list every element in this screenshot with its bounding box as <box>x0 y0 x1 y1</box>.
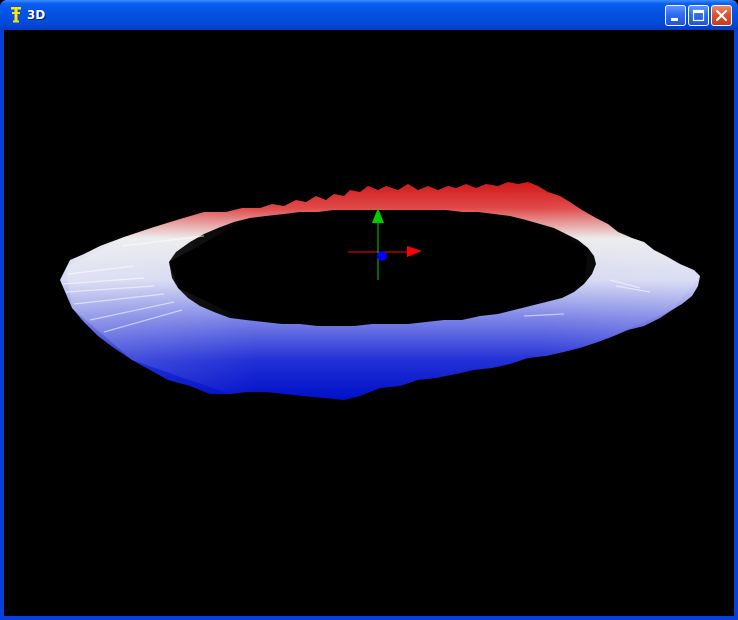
maximize-button[interactable] <box>688 5 709 26</box>
3d-viewport[interactable] <box>4 30 734 616</box>
minimize-button[interactable] <box>665 5 686 26</box>
close-icon <box>715 9 728 22</box>
title-bar[interactable]: 3D <box>0 0 738 30</box>
window-title: 3D <box>27 8 46 22</box>
axes-gizmo <box>348 208 422 280</box>
ring-sheen <box>66 182 700 396</box>
z-axis-dot <box>377 251 387 261</box>
close-button[interactable] <box>711 5 732 26</box>
app-window: 3D <box>0 0 738 620</box>
minimize-icon <box>671 18 678 21</box>
3d-scene <box>60 182 700 400</box>
x-axis-arrow <box>407 246 422 257</box>
app-icon[interactable] <box>8 6 24 24</box>
maximize-icon <box>692 9 705 22</box>
